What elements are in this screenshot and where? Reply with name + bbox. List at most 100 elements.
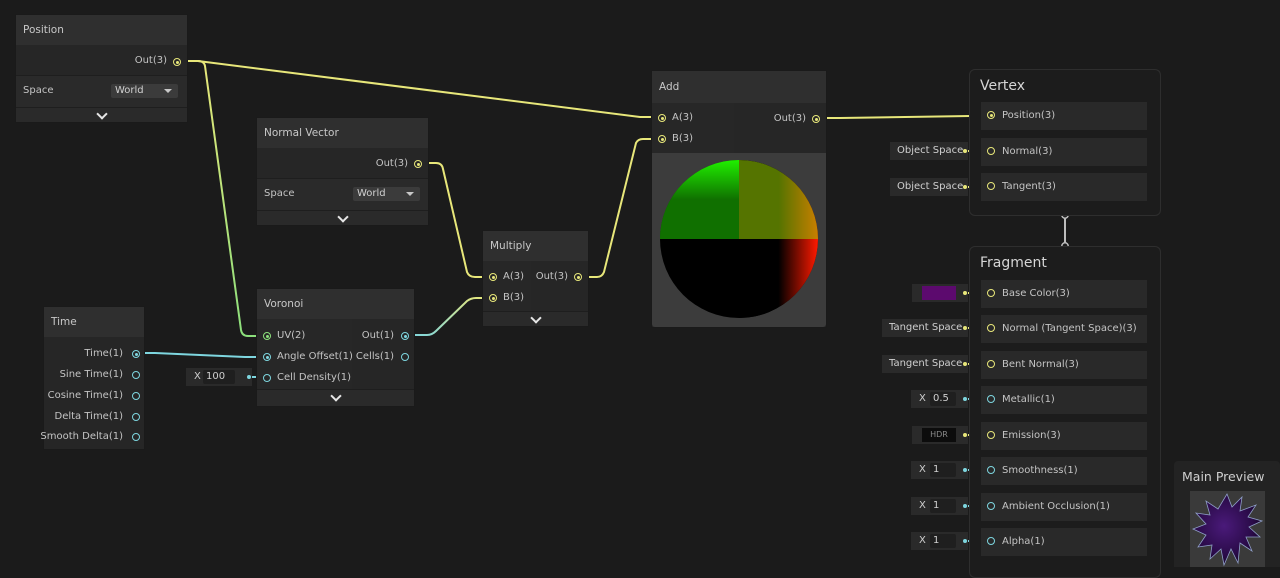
input-port-uv[interactable] <box>263 332 271 340</box>
collapse-toggle[interactable] <box>257 210 428 225</box>
input-port-normal[interactable] <box>987 147 995 155</box>
space-dropdown[interactable]: World <box>353 187 420 201</box>
output-port-out[interactable] <box>574 273 582 281</box>
slot-normal-tangent[interactable]: Normal (Tangent Space)(3) <box>981 315 1147 343</box>
node-position[interactable]: Position Out(3) Space World <box>16 15 187 122</box>
edge-normal-to-multiply-a[interactable] <box>420 162 492 278</box>
input-port-smoothness[interactable] <box>987 466 995 474</box>
output-port-out[interactable] <box>173 58 181 66</box>
slot-label: Smoothness(1) <box>1002 465 1078 476</box>
connector-dot <box>963 291 967 295</box>
cell-density-inline-field[interactable]: X 100 <box>186 368 252 386</box>
ambient-occlusion-inline[interactable]: X 1 <box>911 497 968 515</box>
alpha-inline[interactable]: X 1 <box>911 532 968 550</box>
node-voronoi[interactable]: Voronoi UV(2) Angle Offset(1) Cell Densi… <box>257 289 414 406</box>
input-port-bent-normal[interactable] <box>987 360 995 368</box>
input-port-b[interactable] <box>658 135 666 143</box>
space-dropdown[interactable]: World <box>111 84 178 98</box>
slot-ambient-occlusion[interactable]: Ambient Occlusion(1) <box>981 493 1147 521</box>
node-normal-vector[interactable]: Normal Vector Out(3) Space World <box>257 118 428 225</box>
collapse-toggle[interactable] <box>483 311 588 326</box>
input-port-alpha[interactable] <box>987 537 995 545</box>
alpha-value[interactable]: 1 <box>930 534 956 548</box>
output-port-out[interactable] <box>812 115 820 123</box>
node-title[interactable]: Add <box>652 71 826 103</box>
base-color-inline[interactable] <box>912 284 968 302</box>
metallic-value[interactable]: 0.5 <box>930 392 956 406</box>
output-port-out[interactable] <box>401 332 409 340</box>
normal-space-inline[interactable]: Object Space <box>890 142 968 160</box>
node-time[interactable]: Time Time(1) Sine Time(1) Cosine Time(1)… <box>40 307 144 449</box>
connector-dot <box>963 397 967 401</box>
node-multiply[interactable]: Multiply A(3) B(3) Out(3) <box>483 231 588 326</box>
output-port-cosine-time[interactable] <box>132 392 140 400</box>
slot-metallic[interactable]: Metallic(1) <box>981 386 1147 414</box>
hdr-swatch[interactable]: HDR <box>922 428 956 442</box>
input-port-cell-density[interactable] <box>263 374 271 382</box>
output-port-time[interactable] <box>132 350 140 358</box>
dropdown-arrow-icon <box>406 192 414 196</box>
main-preview-panel[interactable]: Main Preview <box>1174 461 1280 567</box>
port-label-out: Out(3) <box>134 55 167 66</box>
slot-label: Metallic(1) <box>1002 394 1055 405</box>
output-port-delta-time[interactable] <box>132 413 140 421</box>
node-title[interactable]: Position <box>16 15 187 45</box>
collapse-toggle[interactable] <box>16 107 187 122</box>
tangent-space-inline[interactable]: Object Space <box>890 178 968 196</box>
chevron-down-icon <box>336 211 349 223</box>
slot-emission[interactable]: Emission(3) <box>981 422 1147 450</box>
slot-normal[interactable]: Normal(3) <box>981 138 1147 166</box>
input-port-base-color[interactable] <box>987 289 995 297</box>
collapse-toggle[interactable] <box>257 389 414 406</box>
edge-add-to-vertex-position[interactable] <box>818 115 991 119</box>
node-title[interactable]: Multiply <box>483 231 588 261</box>
metallic-inline[interactable]: X 0.5 <box>911 390 968 408</box>
slot-smoothness[interactable]: Smoothness(1) <box>981 457 1147 485</box>
input-port-a[interactable] <box>658 114 666 122</box>
input-port-angle-offset[interactable] <box>263 353 271 361</box>
node-preview <box>652 153 826 327</box>
smoothness-value[interactable]: 1 <box>930 463 956 477</box>
input-port-a[interactable] <box>489 273 497 281</box>
input-port-normal-tangent[interactable] <box>987 324 995 332</box>
smoothness-inline[interactable]: X 1 <box>911 461 968 479</box>
edge-time-to-voronoi-angle[interactable] <box>135 352 266 358</box>
slot-tangent[interactable]: Tangent(3) <box>981 173 1147 201</box>
input-port-position[interactable] <box>987 111 995 119</box>
input-port-b[interactable] <box>489 294 497 302</box>
space-dropdown-value: World <box>357 188 386 199</box>
edge-voronoi-to-multiply-b[interactable] <box>404 297 492 336</box>
cell-density-value[interactable]: 100 <box>203 370 235 384</box>
edge-position-to-voronoi-uv[interactable] <box>197 60 264 337</box>
edge-position-to-add-a[interactable] <box>180 60 660 118</box>
slot-bent-normal[interactable]: Bent Normal(3) <box>981 351 1147 379</box>
slot-label: Normal (Tangent Space)(3) <box>1002 323 1137 334</box>
port-label-a: A(3) <box>672 112 694 123</box>
input-port-ambient-occlusion[interactable] <box>987 502 995 510</box>
node-title[interactable]: Normal Vector <box>257 118 428 148</box>
output-port-sine-time[interactable] <box>132 371 140 379</box>
main-preview-title[interactable]: Main Preview <box>1182 469 1264 484</box>
node-title[interactable]: Voronoi <box>257 289 414 319</box>
fragment-block[interactable]: Fragment Base Color(3) Normal (Tangent S… <box>969 246 1161 578</box>
edge-multiply-to-add-b[interactable] <box>580 138 662 278</box>
input-port-emission[interactable] <box>987 431 995 439</box>
output-port-smooth-delta[interactable] <box>132 433 140 441</box>
emission-inline[interactable]: HDR <box>912 426 968 444</box>
vertex-block[interactable]: Vertex Position(3) Normal(3) Tangent(3) <box>969 69 1161 216</box>
slot-base-color[interactable]: Base Color(3) <box>981 280 1147 308</box>
slot-position[interactable]: Position(3) <box>981 102 1147 130</box>
color-swatch[interactable] <box>922 286 956 300</box>
node-title[interactable]: Time <box>44 307 144 337</box>
input-port-metallic[interactable] <box>987 395 995 403</box>
bent-normal-inline[interactable]: Tangent Space <box>882 355 968 373</box>
inline-value: Tangent Space <box>889 358 963 369</box>
node-add[interactable]: Add A(3) B(3) Out(3) <box>652 71 826 327</box>
output-port-out[interactable] <box>414 160 422 168</box>
input-port-tangent[interactable] <box>987 182 995 190</box>
main-preview-viewport[interactable] <box>1190 491 1265 567</box>
ambient-occlusion-value[interactable]: 1 <box>930 499 956 513</box>
slot-alpha[interactable]: Alpha(1) <box>981 528 1147 556</box>
output-port-cells[interactable] <box>401 353 409 361</box>
normal-tangent-inline[interactable]: Tangent Space <box>882 319 968 337</box>
